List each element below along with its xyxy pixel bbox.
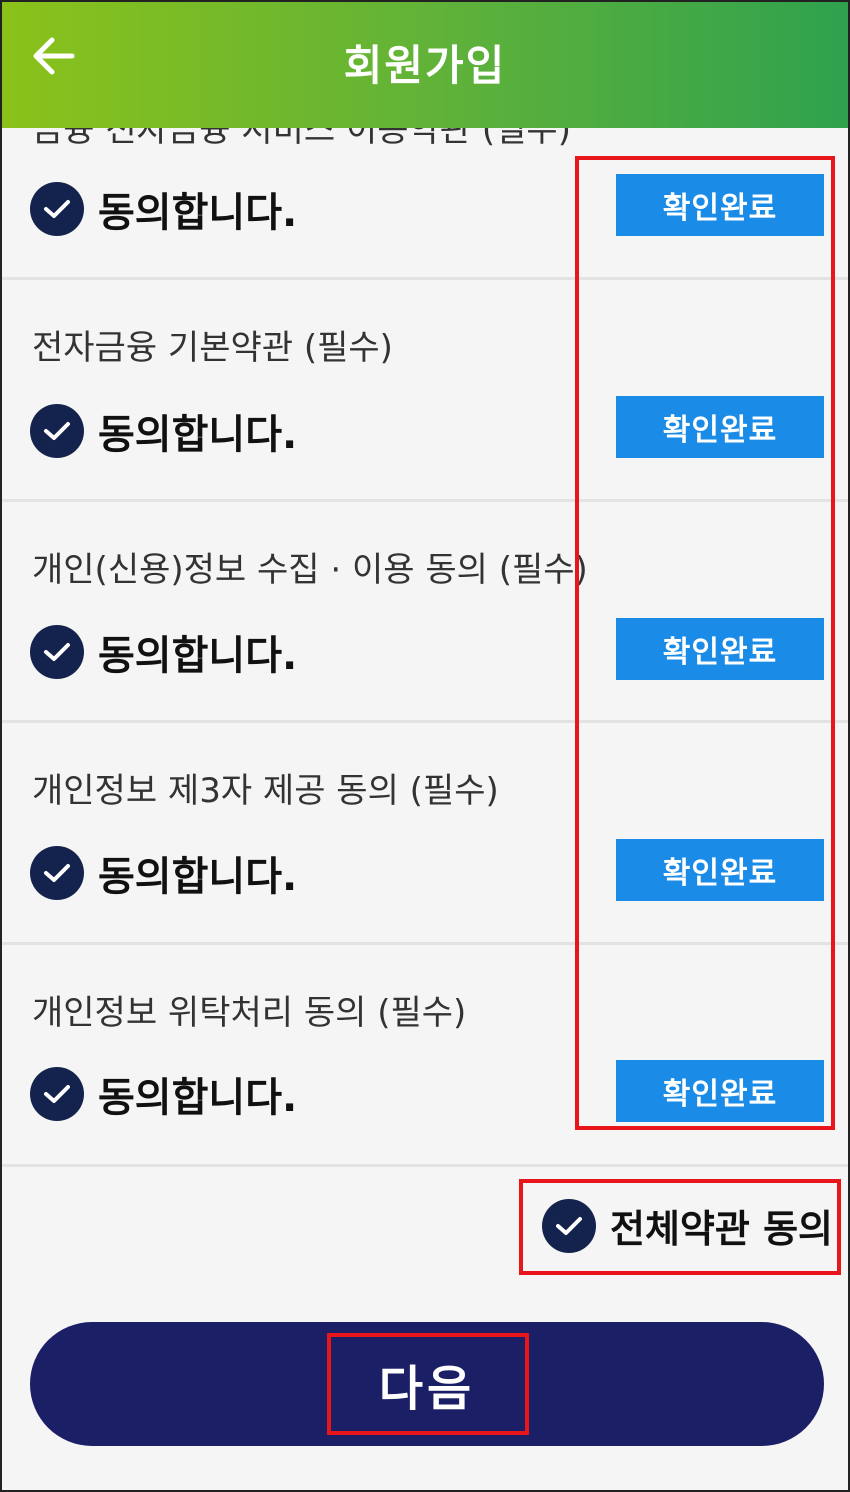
section-title: 개인정보 제3자 제공 동의 (필수) [32,771,499,811]
agree-checkbox[interactable]: 동의합니다. [30,1065,297,1123]
agree-checkbox[interactable]: 동의합니다. [30,180,297,238]
agree-label: 동의합니다. [98,1075,298,1121]
page-title: 회원가입 [343,41,507,90]
highlight-next-button [327,1333,529,1435]
check-icon [30,1067,84,1121]
agree-checkbox[interactable]: 동의합니다. [30,402,297,460]
agree-checkbox[interactable]: 동의합니다. [30,623,297,681]
section-title: 개인(신용)정보 수집 · 이용 동의 (필수) [32,550,588,590]
app-header: 회원가입 [2,2,848,128]
check-icon [30,404,84,458]
check-icon [30,182,84,236]
agree-label: 동의합니다. [98,633,298,679]
section-title: 개인정보 위탁처리 동의 (필수) [32,993,467,1033]
highlight-all-agree [519,1179,841,1275]
check-icon [30,625,84,679]
agree-label: 동의합니다. [98,854,298,900]
agree-label: 동의합니다. [98,190,298,236]
app-screen: 회원가입 금융 전자금융 서비스 이용약관 (필수) 동의합니다. 확인완료 전… [0,0,850,1492]
check-icon [30,846,84,900]
agree-label: 동의합니다. [98,412,298,458]
section-title: 전자금융 기본약관 (필수) [32,328,393,368]
agree-checkbox[interactable]: 동의합니다. [30,844,297,902]
highlight-confirm-buttons [575,156,835,1130]
